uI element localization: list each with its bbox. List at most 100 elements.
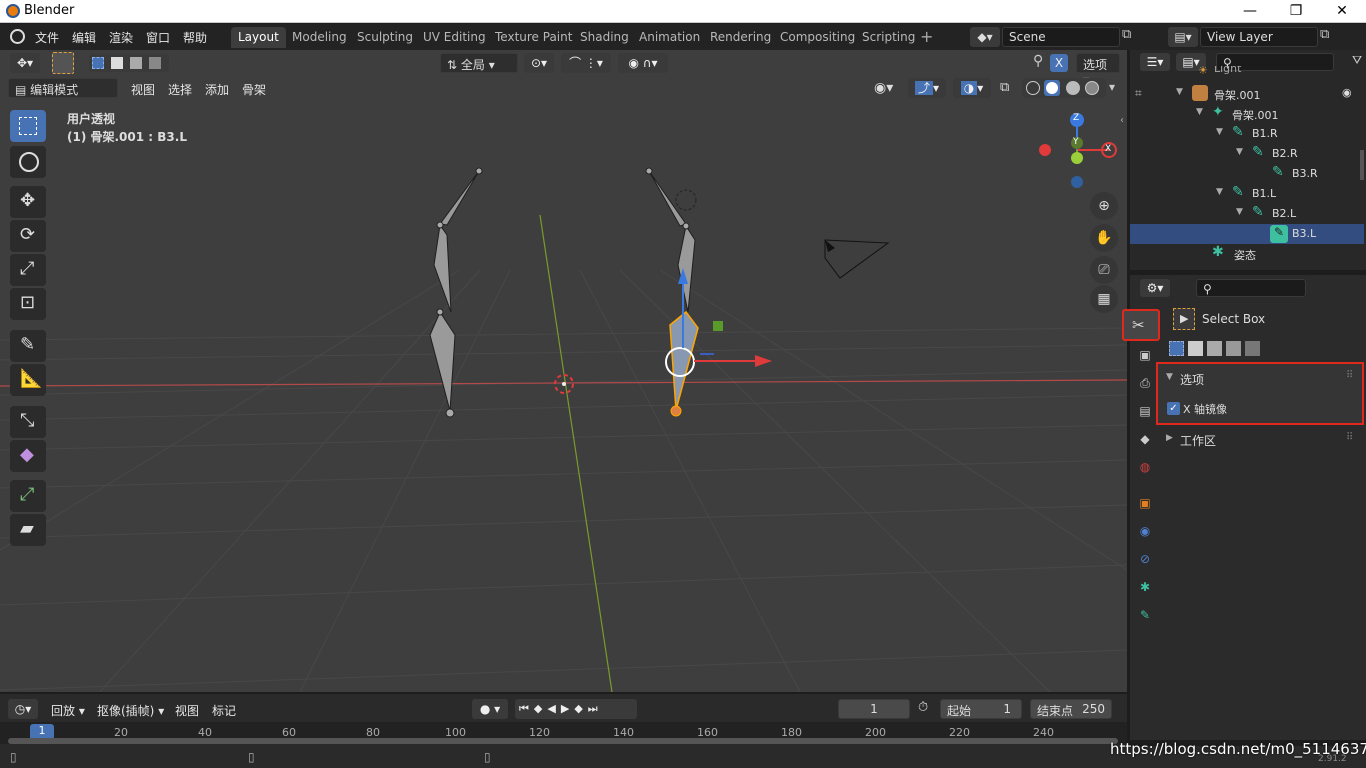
proportional-edit-icon[interactable]: ◉ ∩▾ xyxy=(618,53,668,73)
tool-properties-tab[interactable]: ✂ xyxy=(1122,309,1160,341)
move-tool[interactable]: ✥ xyxy=(10,186,46,218)
timeline-menu-view[interactable]: 视图 xyxy=(170,701,204,720)
mode-intersect-icon[interactable] xyxy=(1245,341,1260,356)
frame-start-field[interactable]: 起始 1 xyxy=(940,699,1022,719)
mode-subtract-icon[interactable] xyxy=(1207,341,1222,356)
visibility-eye-icon[interactable]: ◉▾ xyxy=(874,80,893,96)
blender-menu-icon[interactable] xyxy=(10,29,25,44)
bone-size-tool[interactable]: ◆ xyxy=(10,440,46,472)
outliner-row-pose[interactable]: ✱ 姿态 xyxy=(1130,244,1364,264)
select-mode-buttons[interactable] xyxy=(89,54,169,72)
menu-file[interactable]: 文件 xyxy=(30,28,64,47)
view-layer-field[interactable]: View Layer xyxy=(1200,27,1318,47)
mirror-x-toggle[interactable]: X xyxy=(1050,54,1068,72)
sidebar-toggle-icon[interactable]: ‹ xyxy=(1120,115,1124,126)
outliner-row-armature[interactable]: ▼ 骨架.001 ◉ xyxy=(1130,84,1364,104)
annotate-tool[interactable]: ✎ xyxy=(10,330,46,362)
constraints-tab[interactable]: ⊘ xyxy=(1134,552,1156,574)
zoom-icon[interactable]: ⊕ xyxy=(1090,192,1118,220)
outliner-row-b1r[interactable]: ▼ ✎ B1.R xyxy=(1130,124,1364,144)
select-extend-icon[interactable] xyxy=(111,57,123,69)
tool-select-mode-buttons[interactable] xyxy=(1167,340,1261,358)
menu-render[interactable]: 渲染 xyxy=(104,28,138,47)
x-mirror-checkbox[interactable]: ✓ xyxy=(1167,402,1180,415)
properties-editor-type-icon[interactable]: ⚙▾ xyxy=(1140,279,1170,297)
close-button[interactable]: ✕ xyxy=(1319,0,1365,23)
select-box-tool[interactable] xyxy=(10,110,46,142)
minimize-button[interactable]: — xyxy=(1227,0,1273,23)
tab-animation[interactable]: Animation xyxy=(632,27,707,48)
snapping-icon[interactable]: ⌒ ⋮▾ xyxy=(561,53,611,73)
shading-mode-buttons[interactable] xyxy=(1022,78,1106,98)
workspace-panel-title[interactable]: 工作区 xyxy=(1180,432,1216,449)
wireframe-shading-icon[interactable] xyxy=(1026,81,1040,95)
transform-orientation-dropdown[interactable]: ⇅ 全局 ▾ xyxy=(440,53,518,73)
menu-edit[interactable]: 编辑 xyxy=(67,28,101,47)
expand-arrow-icon[interactable]: ▼ xyxy=(1216,187,1223,197)
tab-rendering[interactable]: Rendering xyxy=(703,27,778,48)
maximize-button[interactable]: ❐ xyxy=(1273,0,1319,23)
tab-sculpting[interactable]: Sculpting xyxy=(350,27,420,48)
transform-tool[interactable]: ⊡ xyxy=(10,288,46,320)
outliner-row-b2l[interactable]: ▼ ✎ B2.L xyxy=(1130,204,1364,224)
viewport-menu-view[interactable]: 视图 xyxy=(126,80,160,99)
xray-toggle-icon[interactable]: ⧉ xyxy=(1000,80,1009,95)
render-tab[interactable]: ▣ xyxy=(1134,348,1156,370)
expand-arrow-icon[interactable]: ▼ xyxy=(1176,87,1183,97)
stopwatch-icon[interactable]: ⏱ xyxy=(918,700,928,715)
mode-difference-icon[interactable] xyxy=(1226,341,1241,356)
next-keyframe-icon[interactable]: ◆ xyxy=(574,702,587,715)
expand-arrow-icon[interactable]: ▼ xyxy=(1196,107,1203,117)
timeline-editor-type-icon[interactable]: ◷▾ xyxy=(8,699,38,719)
bone-tab[interactable]: ✎ xyxy=(1134,608,1156,630)
timeline-menu-marker[interactable]: 标记 xyxy=(207,701,241,720)
jump-end-icon[interactable]: ⏭ xyxy=(588,702,603,715)
mode-dropdown[interactable]: ▤ 编辑模式 xyxy=(8,78,118,98)
tab-scripting[interactable]: Scripting xyxy=(855,27,922,48)
tab-uv-editing[interactable]: UV Editing xyxy=(416,27,493,48)
expand-arrow-icon[interactable]: ▼ xyxy=(1216,127,1223,137)
menu-window[interactable]: 窗口 xyxy=(141,28,175,47)
extrude-tool[interactable]: ⤢ xyxy=(10,480,46,512)
view-layer-tab[interactable]: ▤ xyxy=(1134,404,1156,426)
view-layer-icon[interactable]: ▤▾ xyxy=(1168,27,1198,47)
pan-hand-icon[interactable]: ✋ xyxy=(1090,224,1118,252)
mode-new-icon[interactable] xyxy=(1169,341,1184,356)
prev-keyframe-icon[interactable]: ◆ xyxy=(534,702,547,715)
options-dropdown[interactable]: 选项▾ xyxy=(1076,53,1120,87)
gizmo-toggle-icon[interactable]: ⤴ ▾ xyxy=(908,78,946,98)
viewport-menu-add[interactable]: 添加 xyxy=(200,80,234,99)
outliner-scrollbar[interactable] xyxy=(1360,150,1364,180)
play-icon[interactable]: ▶ xyxy=(561,702,574,715)
new-scene-icon[interactable]: ⧉ xyxy=(1122,27,1140,47)
measure-tool[interactable]: 📐 xyxy=(10,364,46,396)
output-tab[interactable]: ⎙ xyxy=(1134,376,1156,398)
timeline-scrollbar[interactable] xyxy=(8,738,1118,744)
rendered-shading-icon[interactable] xyxy=(1085,81,1099,95)
auto-keying-icon[interactable]: ● ▾ xyxy=(472,699,508,719)
armature-data-tab[interactable]: ✱ xyxy=(1134,580,1156,602)
3d-viewport[interactable]: ✥▾ ⇅ 全局 ▾ ⊙▾ ⌒ ⋮▾ ◉ ∩▾ ⚲ X 选项▾ ▤ 编辑模式 视图… xyxy=(0,50,1127,692)
visibility-eye-icon[interactable]: ◉ xyxy=(1342,86,1352,99)
shading-options-icon[interactable]: ▾ xyxy=(1109,80,1115,94)
select-subtract-icon[interactable] xyxy=(130,57,142,69)
viewport-menu-select[interactable]: 选择 xyxy=(163,80,197,99)
perspective-grid-icon[interactable]: ▦ xyxy=(1090,285,1118,313)
cursor-tool[interactable] xyxy=(10,146,46,178)
panel-drag-handle-icon[interactable]: ⠿ xyxy=(1346,432,1353,443)
tab-texture-paint[interactable]: Texture Paint xyxy=(488,27,579,48)
viewport-menu-armature[interactable]: 骨架 xyxy=(237,80,271,99)
scale-tool[interactable]: ⤢ xyxy=(10,254,46,286)
expand-arrow-icon[interactable]: ▼ xyxy=(1236,207,1243,217)
mode-extend-icon[interactable] xyxy=(1188,341,1203,356)
material-shading-icon[interactable] xyxy=(1066,81,1080,95)
new-view-layer-icon[interactable]: ⧉ xyxy=(1320,27,1338,47)
menu-help[interactable]: 帮助 xyxy=(178,28,212,47)
physics-tab[interactable]: ◉ xyxy=(1134,524,1156,546)
outliner-row-b3r[interactable]: ✎ B3.R xyxy=(1130,164,1364,184)
mirror-options-icon[interactable]: ⚲ xyxy=(1033,53,1043,69)
roll-tool[interactable]: ⤡ xyxy=(10,406,46,438)
playback-controls[interactable]: ⏮◆◀▶◆⏭ xyxy=(515,699,637,719)
timeline-menu-playback[interactable]: 回放 ▾ xyxy=(46,701,90,720)
tab-modeling[interactable]: Modeling xyxy=(285,27,354,48)
